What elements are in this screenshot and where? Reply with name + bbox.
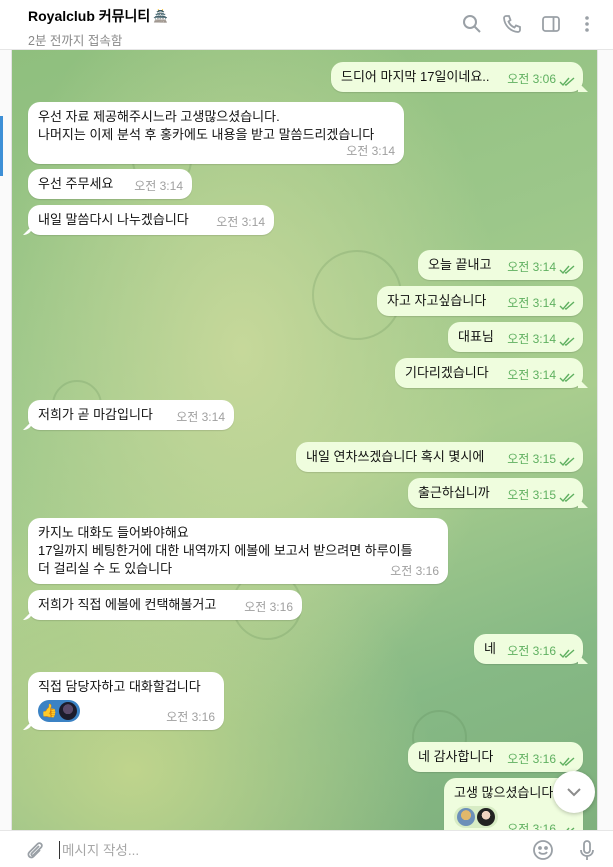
read-checkmarks-icon: [559, 74, 575, 87]
message-time: 오전 3:14: [507, 296, 556, 310]
message-meta: 오전 3:15: [507, 486, 575, 504]
message-time: 오전 3:16: [507, 822, 556, 830]
message-text: 내일 말씀다시 나누겠습니다: [38, 212, 189, 227]
message-time: 오전 3:14: [346, 144, 395, 158]
chat-header: Royalclub 커뮤니티 🏯 2분 전까지 접속함: [0, 0, 613, 50]
last-seen-status: 2분 전까지 접속함: [28, 34, 123, 48]
message-meta: 오전 3:14: [507, 330, 575, 348]
read-checkmarks-icon: [559, 334, 575, 347]
message-time: 오전 3:16: [166, 710, 215, 724]
outgoing-message[interactable]: 대표님 오전 3:14: [448, 322, 583, 352]
message-meta: 오전 3:15: [507, 450, 575, 468]
read-checkmarks-icon: [559, 454, 575, 467]
message-list[interactable]: 드디어 마지막 17일이네요.. 오전 3:06 우선 자료 제공해주시느라 고…: [12, 50, 597, 830]
more-vertical-icon[interactable]: [577, 14, 597, 34]
scroll-to-bottom-button[interactable]: [553, 771, 595, 813]
outgoing-message[interactable]: 네 감사합니다 오전 3:16: [408, 742, 583, 772]
sidebar-toggle-icon[interactable]: [541, 14, 561, 34]
message-meta: 오전 3:16: [507, 820, 575, 830]
message-text: 네: [484, 641, 496, 656]
emoji-icon[interactable]: [532, 839, 554, 861]
message-text: 오늘 끝내고: [428, 257, 492, 272]
incoming-message[interactable]: 카지노 대화도 들어봐야해요 17일까지 베팅한거에 대한 내역까지 에볼에 보…: [28, 518, 448, 584]
selected-chat-indicator: [0, 116, 3, 176]
attach-icon[interactable]: [24, 839, 46, 861]
microphone-icon[interactable]: [576, 839, 598, 861]
thumbs-up-reaction-icon: 👍: [41, 703, 58, 718]
reactor-avatar: [477, 808, 495, 826]
message-text: 우선 자료 제공해주시느라 고생많으셨습니다. 나머지는 이제 분석 후 홍카에…: [38, 109, 375, 142]
scrollbar-track[interactable]: [597, 50, 613, 830]
message-text: 고생 많으셨습니다: [454, 785, 554, 800]
castle-emoji-icon: 🏯: [153, 9, 169, 23]
outgoing-message[interactable]: 출근하십니까 오전 3:15: [408, 478, 583, 508]
message-time: 오전 3:16: [507, 752, 556, 766]
search-icon[interactable]: [462, 14, 482, 34]
read-checkmarks-icon: [559, 298, 575, 311]
message-text: 드디어 마지막 17일이네요..: [341, 69, 490, 84]
message-time: 오전 3:14: [507, 260, 556, 274]
message-time: 오전 3:16: [244, 600, 293, 614]
chat-title-text: Royalclub 커뮤니티: [28, 8, 151, 24]
message-composer: [0, 830, 613, 867]
outgoing-message[interactable]: 오늘 끝내고 오전 3:14: [418, 250, 583, 280]
message-text: 대표님: [458, 329, 494, 344]
message-text: 저희가 직접 에볼에 컨택해볼거고: [38, 597, 217, 612]
outgoing-message[interactable]: 기다리겠습니다 오전 3:14: [395, 358, 583, 388]
message-text: 자고 자고싶습니다: [387, 293, 487, 308]
message-text: 우선 주무세요: [38, 176, 114, 191]
message-meta: 오전 3:06: [507, 70, 575, 88]
reactor-avatar: [457, 808, 475, 826]
message-text: 내일 연차쓰겠습니다 혹시 몇시에: [306, 449, 485, 464]
message-time: 오전 3:16: [390, 564, 439, 578]
message-input[interactable]: [62, 837, 512, 863]
message-meta: 오전 3:16: [507, 642, 575, 660]
message-meta: 오전 3:14: [507, 366, 575, 384]
message-meta: 오전 3:16: [507, 750, 575, 768]
message-time: 오전 3:16: [507, 644, 556, 658]
message-reaction[interactable]: 👍: [38, 700, 81, 722]
incoming-message[interactable]: 우선 주무세요 오전 3:14: [28, 169, 192, 199]
chat-title: Royalclub 커뮤니티 🏯: [28, 6, 168, 26]
message-text: 저희가 곧 마감입니다: [38, 407, 153, 422]
message-text: 직접 담당자하고 대화할겁니다: [38, 679, 201, 694]
outgoing-message[interactable]: 드디어 마지막 17일이네요.. 오전 3:06: [331, 62, 583, 92]
phone-icon[interactable]: [502, 14, 522, 34]
message-time: 오전 3:14: [134, 179, 183, 193]
incoming-message[interactable]: 직접 담당자하고 대화할겁니다 👍 오전 3:16: [28, 672, 224, 730]
message-time: 오전 3:06: [507, 72, 556, 86]
message-text: 출근하십니까: [418, 485, 490, 500]
read-checkmarks-icon: [559, 262, 575, 275]
message-text: 카지노 대화도 들어봐야해요 17일까지 베팅한거에 대한 내역까지 에볼에 보…: [38, 525, 413, 576]
outgoing-message[interactable]: 자고 자고싶습니다 오전 3:14: [377, 286, 583, 316]
message-time: 오전 3:15: [507, 452, 556, 466]
message-time: 오전 3:14: [507, 332, 556, 346]
chat-title-area[interactable]: Royalclub 커뮤니티 🏯 2분 전까지 접속함: [28, 6, 168, 49]
message-text: 네 감사합니다: [418, 749, 494, 764]
read-checkmarks-icon: [559, 646, 575, 659]
message-time: 오전 3:15: [507, 488, 556, 502]
reactor-avatar: [59, 702, 78, 720]
message-reaction[interactable]: [454, 806, 498, 828]
message-time: 오전 3:14: [507, 368, 556, 382]
read-checkmarks-icon: [559, 754, 575, 767]
incoming-message[interactable]: 저희가 곧 마감입니다 오전 3:14: [28, 400, 234, 430]
read-checkmarks-icon: [559, 370, 575, 383]
chat-list-edge: [0, 50, 12, 830]
message-meta: 오전 3:14: [507, 294, 575, 312]
outgoing-message[interactable]: 네 오전 3:16: [474, 634, 583, 664]
text-cursor: [59, 841, 60, 859]
message-meta: 오전 3:14: [507, 258, 575, 276]
outgoing-message[interactable]: 내일 연차쓰겠습니다 혹시 몇시에 오전 3:15: [296, 442, 583, 472]
message-time: 오전 3:14: [216, 215, 265, 229]
message-time: 오전 3:14: [176, 410, 225, 424]
read-checkmarks-icon: [559, 490, 575, 503]
incoming-message[interactable]: 내일 말씀다시 나누겠습니다 오전 3:14: [28, 205, 274, 235]
message-text: 기다리겠습니다: [405, 365, 489, 380]
incoming-message[interactable]: 우선 자료 제공해주시느라 고생많으셨습니다. 나머지는 이제 분석 후 홍카에…: [28, 102, 404, 164]
incoming-message[interactable]: 저희가 직접 에볼에 컨택해볼거고 오전 3:16: [28, 590, 302, 620]
